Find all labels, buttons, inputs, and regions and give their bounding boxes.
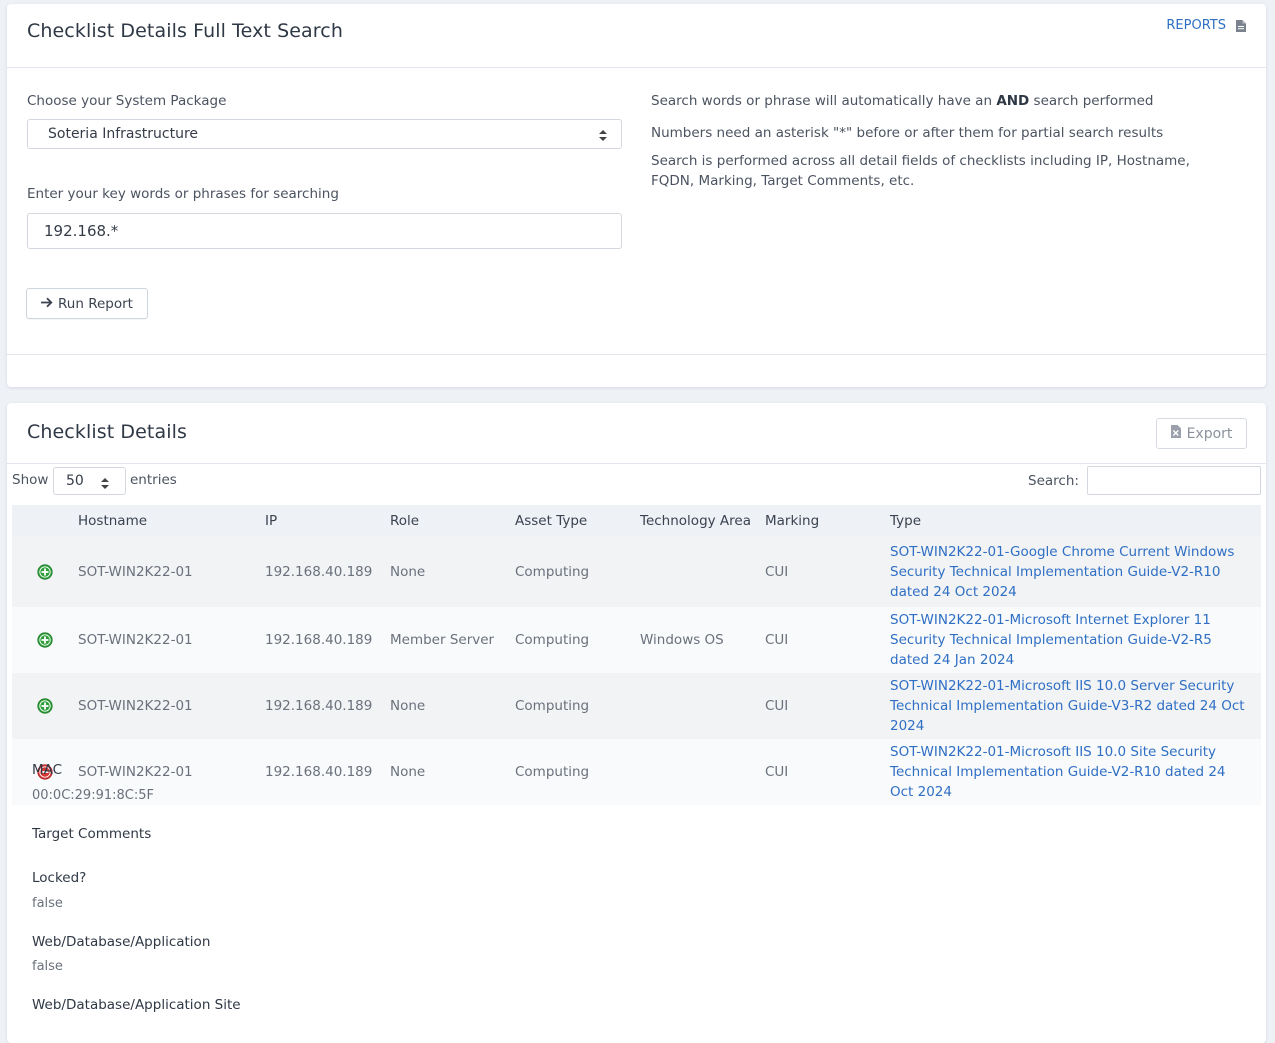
package-label: Choose your System Package <box>27 93 227 109</box>
checklist-type-link[interactable]: SOT-WIN2K22-01-Google Chrome Current Win… <box>890 544 1234 600</box>
column-header-type[interactable]: Type <box>886 505 1261 536</box>
marking-cell: CUI <box>761 739 886 805</box>
hostname-cell: SOT-WIN2K22-01 <box>74 673 261 739</box>
target-comments-label: Target Comments <box>32 826 152 842</box>
web-database-application-value: false <box>32 959 63 974</box>
entries-label: entries <box>130 472 177 488</box>
reports-link[interactable]: REPORTS <box>1166 18 1246 33</box>
web-database-application-site-label: Web/Database/Application Site <box>32 997 241 1013</box>
checklist-type-link[interactable]: SOT-WIN2K22-01-Microsoft Internet Explor… <box>890 612 1212 668</box>
marking-cell: CUI <box>761 607 886 673</box>
column-header-marking[interactable]: Marking <box>761 505 886 536</box>
details-card: Checklist Details Export Show 50 entries… <box>7 403 1266 1043</box>
technology-area-cell <box>636 536 761 607</box>
type-cell: SOT-WIN2K22-01-Microsoft Internet Explor… <box>886 607 1261 673</box>
column-header-asset-type[interactable]: Asset Type <box>511 505 636 536</box>
column-header-control <box>12 505 74 536</box>
asset-type-cell: Computing <box>511 607 636 673</box>
page-title: Checklist Details Full Text Search <box>27 20 343 42</box>
role-cell: None <box>386 739 511 805</box>
run-report-button[interactable]: Run Report <box>26 288 148 319</box>
package-select[interactable]: Soteria Infrastructure <box>27 119 622 149</box>
search-card: Checklist Details Full Text Search REPOR… <box>7 4 1266 387</box>
details-divider <box>7 463 1266 464</box>
web-database-application-label: Web/Database/Application <box>32 934 211 950</box>
entries-select[interactable]: 50 <box>53 467 126 495</box>
document-icon <box>1236 19 1246 32</box>
excel-file-icon <box>1170 425 1181 442</box>
help-asterisk: Numbers need an asterisk "*" before or a… <box>651 125 1164 141</box>
asset-type-cell: Computing <box>511 673 636 739</box>
role-cell: None <box>386 673 511 739</box>
hostname-cell: SOT-WIN2K22-01 <box>74 607 261 673</box>
details-title: Checklist Details <box>27 421 187 443</box>
export-button[interactable]: Export <box>1156 418 1247 449</box>
keywords-input[interactable] <box>27 213 622 249</box>
help-text-1a: Search words or phrase will automaticall… <box>651 93 997 109</box>
ip-cell: 192.168.40.189 <box>261 536 386 607</box>
checklist-table: Hostname IP Role Asset Type Technology A… <box>12 505 1261 805</box>
expand-row-icon[interactable] <box>37 698 53 714</box>
technology-area-cell: Windows OS <box>636 607 761 673</box>
marking-cell: CUI <box>761 536 886 607</box>
column-header-role[interactable]: Role <box>386 505 511 536</box>
arrow-right-icon <box>41 296 53 312</box>
row-control-cell[interactable] <box>12 607 74 673</box>
mac-label: MAC <box>32 762 63 778</box>
table-header-row: Hostname IP Role Asset Type Technology A… <box>12 505 1261 536</box>
column-header-technology-area[interactable]: Technology Area <box>636 505 761 536</box>
table-row[interactable]: SOT-WIN2K22-01 192.168.40.189 Member Ser… <box>12 607 1261 673</box>
locked-label: Locked? <box>32 870 87 886</box>
asset-type-cell: Computing <box>511 536 636 607</box>
role-cell: None <box>386 536 511 607</box>
help-text-1b: AND <box>996 93 1030 109</box>
row-control-cell[interactable] <box>12 673 74 739</box>
package-select-value: Soteria Infrastructure <box>48 126 199 142</box>
help-and-search: Search words or phrase will automaticall… <box>651 91 1231 111</box>
table-search-input[interactable] <box>1087 466 1261 495</box>
export-label: Export <box>1186 425 1233 442</box>
type-cell: SOT-WIN2K22-01-Google Chrome Current Win… <box>886 536 1261 607</box>
reports-label: REPORTS <box>1166 18 1226 33</box>
table-row[interactable]: SOT-WIN2K22-01 192.168.40.189 None Compu… <box>12 739 1261 805</box>
help-text-1c: search performed <box>1029 93 1154 109</box>
select-arrows-icon <box>599 129 607 141</box>
row-control-cell[interactable] <box>12 536 74 607</box>
table-row[interactable]: SOT-WIN2K22-01 192.168.40.189 None Compu… <box>12 536 1261 607</box>
entries-value: 50 <box>66 473 84 489</box>
marking-cell: CUI <box>761 673 886 739</box>
technology-area-cell <box>636 673 761 739</box>
help-scope: Search is performed across all detail fi… <box>651 153 1190 189</box>
technology-area-cell <box>636 739 761 805</box>
column-header-hostname[interactable]: Hostname <box>74 505 261 536</box>
ip-cell: 192.168.40.189 <box>261 673 386 739</box>
header-divider <box>7 67 1266 68</box>
ip-cell: 192.168.40.189 <box>261 739 386 805</box>
role-cell: Member Server <box>386 607 511 673</box>
hostname-cell: SOT-WIN2K22-01 <box>74 536 261 607</box>
column-header-ip[interactable]: IP <box>261 505 386 536</box>
locked-value: false <box>32 896 63 911</box>
type-cell: SOT-WIN2K22-01-Microsoft IIS 10.0 Site S… <box>886 739 1261 805</box>
search-label: Search: <box>1028 473 1079 489</box>
table-row[interactable]: SOT-WIN2K22-01 192.168.40.189 None Compu… <box>12 673 1261 739</box>
run-report-label: Run Report <box>58 295 133 312</box>
select-arrows-icon <box>101 477 109 489</box>
show-label: Show <box>12 472 49 488</box>
mac-value: 00:0C:29:91:8C:5F <box>32 788 154 803</box>
type-cell: SOT-WIN2K22-01-Microsoft IIS 10.0 Server… <box>886 673 1261 739</box>
asset-type-cell: Computing <box>511 739 636 805</box>
checklist-type-link[interactable]: SOT-WIN2K22-01-Microsoft IIS 10.0 Site S… <box>890 744 1226 800</box>
keywords-label: Enter your key words or phrases for sear… <box>27 186 339 202</box>
expand-row-icon[interactable] <box>37 563 53 580</box>
footer-divider <box>7 354 1266 355</box>
checklist-type-link[interactable]: SOT-WIN2K22-01-Microsoft IIS 10.0 Server… <box>890 678 1245 734</box>
expand-row-icon[interactable] <box>37 632 53 648</box>
ip-cell: 192.168.40.189 <box>261 607 386 673</box>
